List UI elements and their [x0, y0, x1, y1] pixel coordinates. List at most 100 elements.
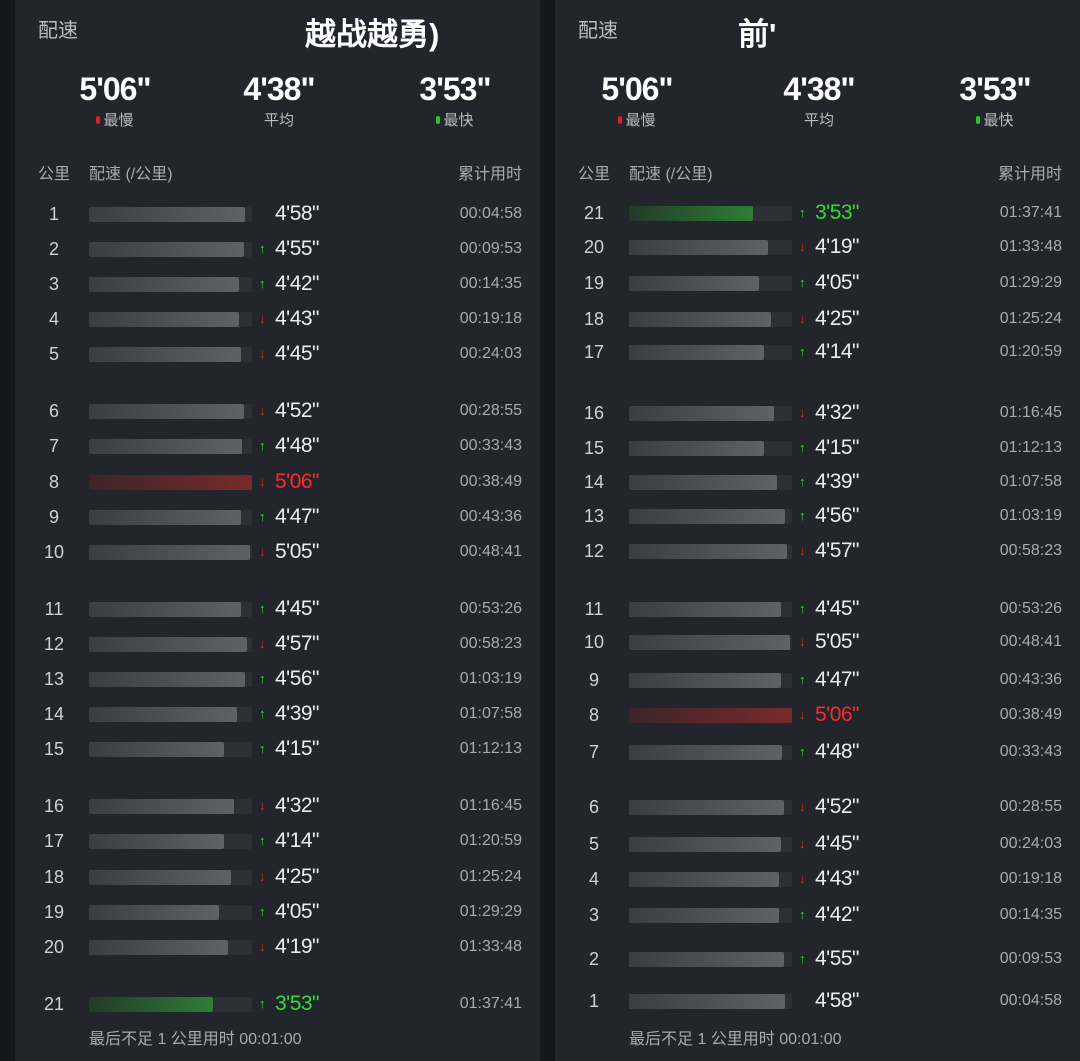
split-cumulative-time: 00:38:49	[459, 473, 522, 490]
pace-bar-track	[629, 206, 792, 221]
split-cumulative-time: 00:14:35	[999, 906, 1062, 923]
pace-panel-left: 配速 越战越勇) 5'06" 最慢 4'38" 平均 3'53" 最快 公里 配…	[15, 0, 540, 1061]
split-km: 1	[48, 204, 59, 224]
split-km: 13	[43, 669, 65, 689]
split-row: 9 ↑ 4'47" 00:43:36	[555, 665, 1080, 695]
arrow-down-icon: ↓	[259, 474, 266, 489]
split-cumulative-time: 00:04:58	[459, 205, 522, 222]
split-pace: 4'42"	[815, 903, 860, 926]
green-dot-icon	[976, 116, 981, 124]
pace-bar	[629, 345, 765, 360]
arrow-up-icon: ↑	[259, 601, 266, 616]
split-row: 17 ↑ 4'14" 01:20:59	[15, 826, 540, 856]
split-km: 10	[43, 542, 65, 562]
split-cumulative-time: 00:09:53	[999, 950, 1062, 967]
stat-fastest: 3'53" 最快	[395, 70, 515, 130]
split-km: 15	[43, 739, 65, 759]
split-pace: 5'05"	[275, 540, 320, 563]
split-pace: 4'52"	[815, 795, 860, 818]
split-km: 2	[588, 949, 599, 969]
split-row: 5 ↓ 4'45" 00:24:03	[15, 339, 540, 369]
pace-bar-track	[89, 545, 252, 560]
split-cumulative-time: 01:37:41	[999, 204, 1062, 221]
arrow-up-icon: ↑	[259, 671, 266, 686]
split-km: 21	[43, 994, 65, 1014]
overlay-caption: 越战越勇)	[305, 17, 440, 52]
pace-bar	[89, 672, 246, 687]
split-pace: 4'56"	[275, 667, 320, 690]
footer-note: 最后不足 1 公里用时 00:01:00	[629, 1031, 842, 1048]
stat-fastest-label: 最快	[443, 112, 474, 129]
split-pace: 4'39"	[275, 702, 320, 725]
arrow-up-icon: ↑	[259, 904, 266, 919]
split-km: 17	[43, 831, 65, 851]
split-pace: 4'32"	[815, 401, 860, 424]
column-header-cumulative-time: 累计用时	[997, 166, 1062, 183]
arrow-up-icon: ↑	[259, 996, 266, 1011]
split-pace: 4'55"	[815, 947, 860, 970]
overlay-caption: 前'	[738, 17, 777, 52]
pace-bar	[89, 602, 241, 617]
stat-slowest: 5'06" 最慢	[55, 70, 175, 130]
arrow-up-icon: ↑	[259, 741, 266, 756]
pace-bar	[629, 406, 775, 421]
pace-bar	[89, 742, 225, 757]
split-pace: 4'45"	[815, 597, 860, 620]
stat-average-label: 平均	[803, 112, 834, 129]
pace-bar-track	[89, 475, 252, 490]
split-cumulative-time: 00:58:23	[999, 542, 1062, 559]
arrow-up-icon: ↑	[799, 275, 806, 290]
split-cumulative-time: 01:25:24	[999, 310, 1062, 327]
split-row: 15 ↑ 4'15" 01:12:13	[15, 734, 540, 764]
pace-bar-track	[89, 870, 252, 885]
split-row: 7 ↑ 4'48" 00:33:43	[15, 431, 540, 461]
pace-bar	[89, 707, 238, 722]
split-cumulative-time: 00:14:35	[459, 275, 522, 292]
pace-bar-track	[629, 602, 792, 617]
column-header-km: 公里	[578, 166, 611, 183]
split-row: 20 ↓ 4'19" 01:33:48	[15, 932, 540, 962]
pace-bar-track	[629, 240, 792, 255]
pace-bar	[89, 475, 252, 490]
split-pace: 3'53"	[275, 992, 320, 1015]
split-pace: 4'48"	[815, 740, 860, 763]
arrow-up-icon: ↑	[799, 205, 806, 220]
column-header-cumulative-time: 累计用时	[457, 166, 522, 183]
split-row: 11 ↑ 4'45" 00:53:26	[555, 594, 1080, 624]
stat-slowest-value: 5'06"	[79, 71, 151, 107]
split-cumulative-time: 00:33:43	[999, 743, 1062, 760]
split-km: 7	[48, 436, 59, 456]
panel-title: 配速	[578, 20, 618, 42]
split-pace: 4'45"	[815, 832, 860, 855]
pace-bar-track	[89, 905, 252, 920]
pace-bar-track	[629, 441, 792, 456]
split-cumulative-time: 01:16:45	[459, 797, 522, 814]
split-km: 11	[584, 599, 604, 619]
split-pace: 4'25"	[815, 307, 860, 330]
pace-bar	[89, 834, 225, 849]
pace-bar-track	[89, 707, 252, 722]
split-row: 19 ↑ 4'05" 01:29:29	[555, 268, 1080, 298]
split-row: 12 ↓ 4'57" 00:58:23	[15, 629, 540, 659]
pace-bar-track	[89, 602, 252, 617]
split-row: 14 ↑ 4'39" 01:07:58	[555, 467, 1080, 497]
red-dot-icon	[96, 116, 101, 124]
pace-bar-track	[89, 347, 252, 362]
pace-bar-track	[629, 345, 792, 360]
split-pace: 5'05"	[815, 630, 860, 653]
arrow-up-icon: ↑	[259, 438, 266, 453]
split-cumulative-time: 01:33:48	[999, 238, 1062, 255]
arrow-down-icon: ↓	[259, 869, 266, 884]
panel-title: 配速	[38, 20, 78, 42]
split-row: 10 ↓ 5'05" 00:48:41	[15, 537, 540, 567]
pace-bar	[89, 439, 243, 454]
split-km: 14	[43, 704, 65, 724]
stat-slowest: 5'06" 最慢	[577, 70, 697, 130]
split-pace: 4'58"	[815, 989, 860, 1012]
split-cumulative-time: 00:43:36	[459, 508, 522, 525]
split-row: 19 ↑ 4'05" 01:29:29	[15, 897, 540, 927]
split-km: 15	[583, 438, 605, 458]
split-km: 21	[583, 203, 605, 223]
split-km: 3	[48, 274, 59, 294]
split-km: 10	[583, 632, 605, 652]
